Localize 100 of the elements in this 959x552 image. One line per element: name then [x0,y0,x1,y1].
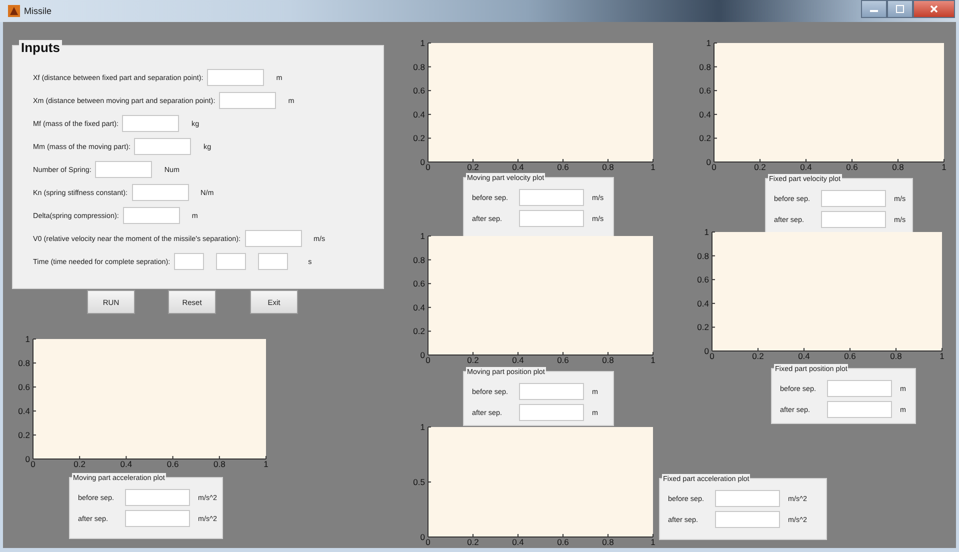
tick-label: 0.4 [512,162,524,172]
tick-label: 0 [704,346,709,356]
tick-label: 0.4 [413,302,425,312]
tick-label: 0.4 [18,406,30,416]
input-field[interactable] [519,404,584,420]
tick-label: 1 [706,38,711,48]
tick-label: 0.8 [602,355,614,365]
close-icon [930,5,938,13]
tick-label: 0.2 [699,133,711,144]
tick-label: 0.2 [467,537,479,547]
input-field[interactable] [132,184,189,200]
tick-label: 0.8 [892,162,904,172]
tick-label: 0.8 [890,351,902,361]
input-field[interactable] [821,210,886,228]
tick-label: 0.6 [846,162,858,172]
tick-label: 0 [426,537,430,547]
maximize-icon [896,5,904,13]
tick-label: 1 [940,351,944,361]
tick-label: 0 [710,351,714,361]
tick-label: 0.8 [697,250,709,261]
tick-label: 1 [704,227,709,237]
tick-label: 0.2 [413,133,425,144]
tick-label: 0.4 [699,109,711,120]
tick-label: 0.8 [602,162,614,172]
input-field[interactable] [519,188,584,206]
minimize-button[interactable] [861,0,887,18]
tick-label: 0 [25,454,30,464]
tick-label: 0.2 [697,322,709,332]
tick-label: 0 [420,157,425,167]
tick-label: 0.6 [697,274,709,285]
tick-label: 0.6 [413,86,425,96]
tick-label: 0.8 [18,358,30,368]
input-field[interactable] [122,114,180,132]
input-field[interactable] [519,382,584,400]
input-field[interactable] [715,510,780,528]
tick-label: 0.5 [413,477,425,487]
input-field[interactable] [827,380,892,396]
app-icon [8,5,20,17]
tick-label: 0.4 [512,537,524,547]
tick-label: 0.6 [557,355,569,365]
tick-label: 0.2 [754,162,766,172]
input-field[interactable] [219,92,276,108]
window-title: Missile [24,6,52,16]
tick-label: 1 [420,38,425,48]
tick-label: 1 [420,231,425,241]
tick-label: 0 [706,157,711,167]
input-field[interactable] [821,190,886,206]
tick-label: 0.8 [699,62,711,72]
tick-label: 0.4 [120,459,132,469]
tick-label: 0.2 [467,355,479,365]
tick-label: 0.4 [697,298,709,308]
tick-label: 0 [426,162,430,172]
input-field[interactable] [244,230,302,246]
tick-label: 1 [650,355,656,365]
input-field[interactable] [519,210,584,226]
input-field[interactable] [174,252,204,270]
tick-label: 0.6 [413,278,425,289]
tick-label: 0.2 [18,430,30,440]
tick-label: 0.6 [557,162,569,172]
tick-label: 1 [650,162,656,172]
maximize-button[interactable] [887,0,913,18]
input-field[interactable] [125,488,190,506]
tick-label: 0 [420,532,425,542]
tick-label: 0.8 [413,62,425,72]
tick-label: 0.4 [512,355,524,365]
tick-label: 0.6 [166,459,179,469]
tick-label: 0 [426,355,430,365]
input-field[interactable] [207,68,264,86]
input-field[interactable] [258,252,288,270]
tick-label: 0.6 [844,351,856,361]
tick-label: 1 [25,334,30,344]
tick-label: 0.4 [413,109,425,120]
tick-label: 0.4 [798,351,810,361]
tick-label: 0.8 [213,459,226,469]
tick-label: 1 [264,459,268,469]
tick-label: 0.8 [602,537,614,547]
close-button[interactable] [913,0,955,18]
tick-label: 0 [712,162,716,172]
tick-label: 0.6 [557,537,569,547]
tick-label: 0 [420,350,425,360]
tick-label: 0.4 [800,162,812,172]
input-field[interactable] [715,490,780,506]
tick-label: 0 [30,459,36,469]
tick-label: 0.2 [413,326,425,336]
tick-label: 1 [942,162,946,172]
tick-label: 0.8 [413,254,425,265]
input-field[interactable] [134,138,192,154]
tick-label: 0.6 [699,86,711,96]
input-field[interactable] [216,252,246,270]
input-field[interactable] [827,400,892,418]
tick-label: 0.2 [74,459,86,469]
panel-title: Inputs [19,40,62,55]
tick-label: 0.2 [467,162,479,172]
tick-label: 1 [420,422,425,432]
input-field[interactable] [122,206,180,224]
tick-label: 0.6 [18,382,30,392]
input-field[interactable] [125,510,190,526]
tick-label: 0.2 [752,351,764,361]
tick-label: 1 [650,537,656,547]
input-field[interactable] [95,160,152,178]
